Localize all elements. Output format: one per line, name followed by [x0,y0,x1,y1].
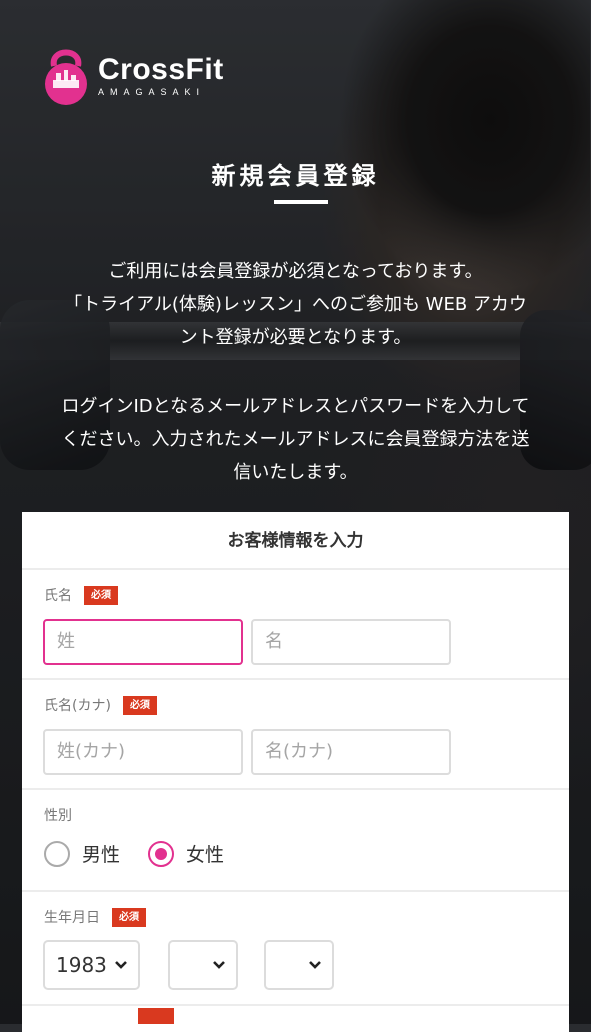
next-field-required-badge [138,1008,174,1024]
customer-info-form: お客様情報を入力 氏名 必須 姓 名 氏名(カナ) 必須 姓(カナ) 名(カナ)… [22,512,569,1032]
intro1-line: 「トライアル(体験)レッスン」へのご参加も WEB アカウ [64,294,527,315]
gender-label-wrap: 性別 [44,805,72,825]
kana-row: 氏名(カナ) 必須 姓(カナ) 名(カナ) [22,680,569,790]
name-label-wrap: 氏名 必須 [44,585,118,605]
birth-year-select[interactable]: 1983 [43,940,140,990]
birth-label: 生年月日 [44,910,100,926]
required-badge: 必須 [122,695,157,715]
last-name-input[interactable]: 姓 [43,619,243,665]
birthdate-row: 生年月日 必須 1983 [22,892,569,1006]
gender-radio-group: 男性 女性 [44,840,252,867]
birth-month-select[interactable] [168,940,238,990]
gender-female-label: 女性 [186,844,225,866]
birth-day-select[interactable] [264,940,334,990]
gender-male-label: 男性 [82,844,121,866]
gender-male-radio[interactable]: 男性 [44,840,120,867]
chevron-down-icon [309,961,321,969]
intro1-line: ご利用には会員登録が必須となっております。 [108,261,483,282]
birth-year-value: 1983 [56,953,107,977]
intro2-line: 信いたします。 [233,462,358,483]
kana-label: 氏名(カナ) [44,698,111,714]
radio-unchecked-icon [44,840,70,867]
required-badge: 必須 [84,585,118,605]
last-name-kana-input[interactable]: 姓(カナ) [43,729,243,775]
first-name-kana-input[interactable]: 名(カナ) [251,729,451,775]
gender-female-radio[interactable]: 女性 [148,840,224,867]
form-title: お客様情報を入力 [22,512,569,570]
intro2-line: ください。入力されたメールアドレスに会員登録方法を送 [61,429,530,450]
required-badge: 必須 [112,907,146,927]
brand-logo[interactable]: CrossFit AMAGASAKI [42,44,224,106]
intro-text-2: ログインIDとなるメールアドレスとパスワードを入力して ください。入力されたメー… [22,390,569,489]
intro2-line: ログインIDとなるメールアドレスとパスワードを入力して [61,396,530,417]
kana-label-wrap: 氏名(カナ) 必須 [44,695,157,715]
first-name-input[interactable]: 名 [251,619,451,665]
intro-text-1: ご利用には会員登録が必須となっております。 「トライアル(体験)レッスン」へのご… [22,255,569,354]
brand-location: AMAGASAKI [98,86,206,97]
page-title: 新規会員登録 [211,162,380,190]
name-label: 氏名 [44,588,72,604]
radio-checked-icon [148,840,175,867]
chevron-down-icon [115,961,127,969]
intro1-line: ント登録が必要となります。 [179,327,412,348]
chevron-down-icon [213,961,225,969]
kettlebell-icon [42,44,90,106]
gender-label: 性別 [44,808,72,824]
title-underline [274,200,328,204]
gender-row: 性別 男性 女性 [22,790,569,892]
brand-name: CrossFit [98,52,224,86]
birth-label-wrap: 生年月日 必須 [44,907,146,927]
name-row: 氏名 必須 姓 名 [22,570,569,680]
